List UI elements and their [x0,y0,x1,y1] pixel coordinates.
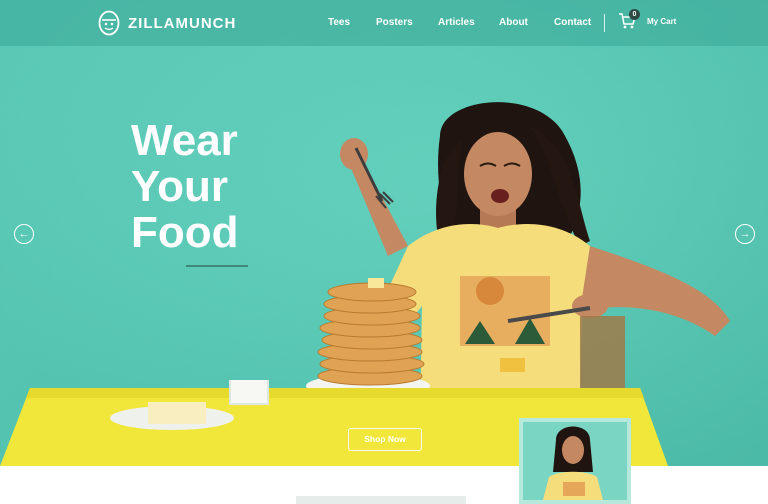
hero-table [0,380,668,466]
page: Wear Your Food ← → Shop Now ZILLAMUNCH T… [0,0,768,504]
carousel-prev-button[interactable]: ← [14,224,34,244]
brand-name: ZILLAMUNCH [128,14,237,32]
brand-logo[interactable]: ZILLAMUNCH [98,10,236,36]
headline-line-3: Food [131,208,239,257]
arrow-right-icon: → [739,228,751,240]
nav-about[interactable]: About [499,17,528,28]
nav-articles[interactable]: Articles [438,17,475,28]
section-heading-placeholder [296,496,466,504]
headline-line-2: Your [131,162,228,211]
arrow-left-icon: ← [18,228,30,240]
product-thumbnail-image [543,426,603,500]
cart-count-badge: 0 [629,9,640,20]
product-thumbnail[interactable] [519,418,631,504]
nav-tees[interactable]: Tees [328,17,350,28]
cart-button[interactable]: 0 My Cart [618,9,677,30]
headline-line-1: Wear [131,116,238,165]
hero-banner: Wear Your Food ← → Shop Now [0,0,768,466]
zillamunch-logo-icon [98,10,120,36]
nav-divider [604,14,605,32]
shopping-cart-icon: 0 [618,9,640,30]
hero-headline: Wear Your Food [131,118,239,256]
carousel-next-button[interactable]: → [735,224,755,244]
top-navbar: ZILLAMUNCH Tees Posters Articles About C… [0,0,768,46]
cart-label: My Cart [647,16,677,26]
shop-now-button[interactable]: Shop Now [348,428,422,451]
nav-contact[interactable]: Contact [554,17,591,28]
headline-underline [186,265,248,267]
nav-posters[interactable]: Posters [376,17,413,28]
hero-photo-woman-eating-pancakes [306,102,730,426]
